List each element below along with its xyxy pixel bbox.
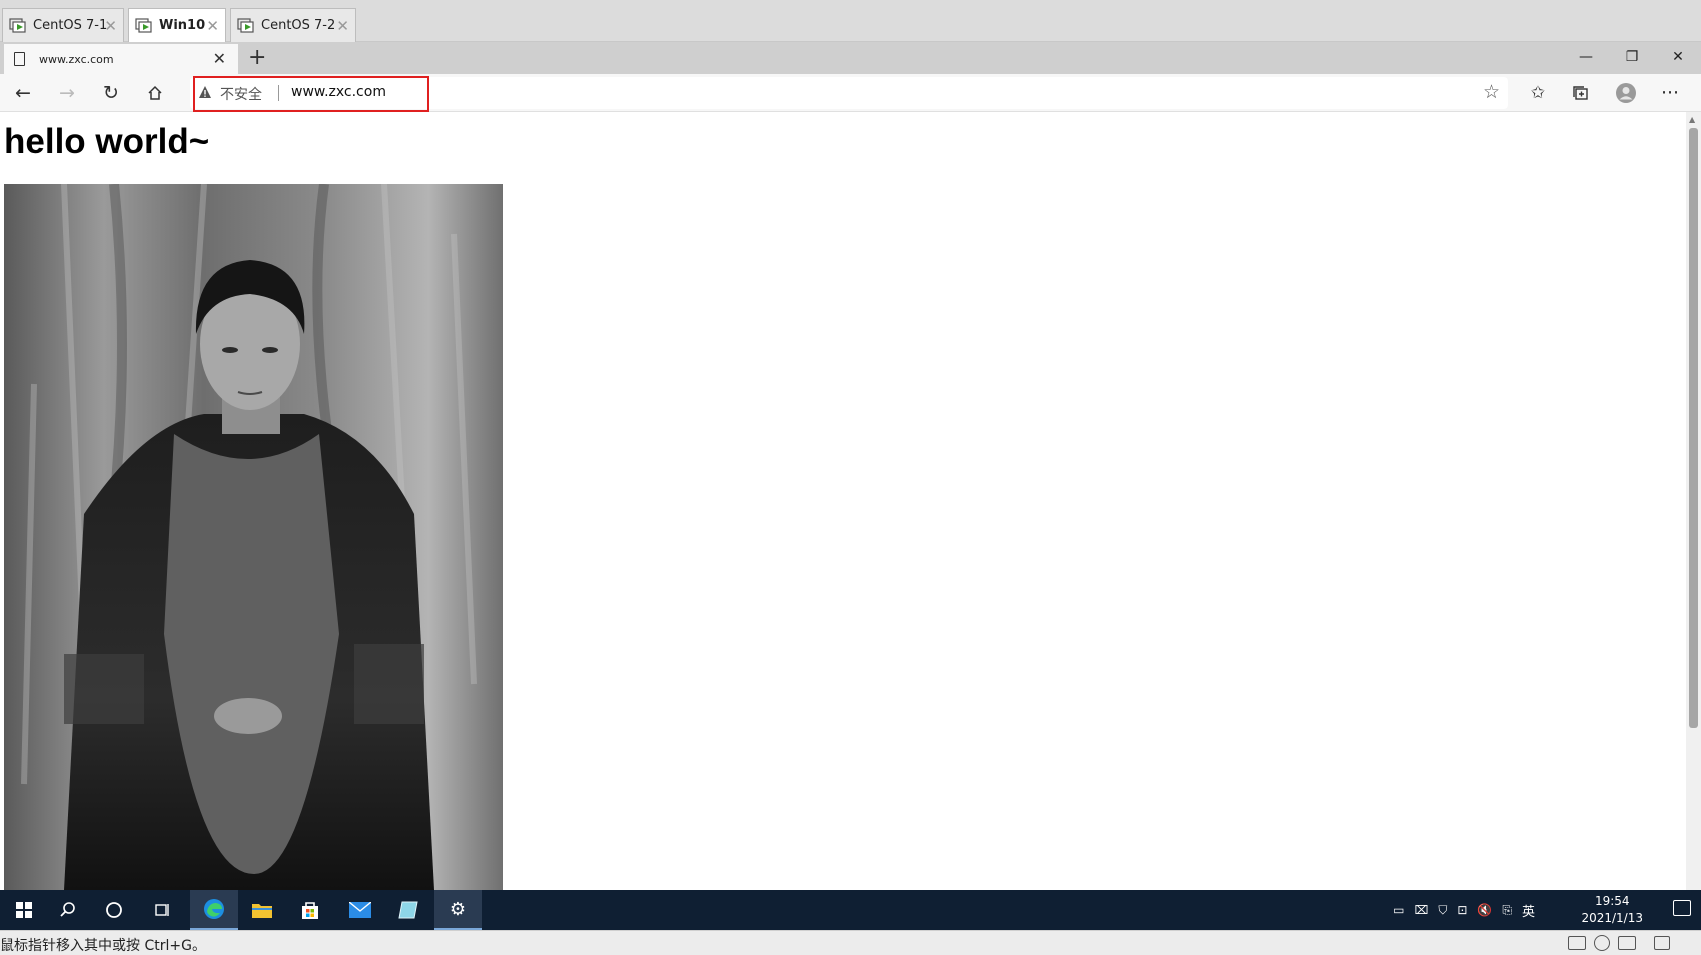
file-explorer-icon[interactable]: [238, 890, 286, 930]
message-icon[interactable]: [1654, 936, 1670, 950]
vm-tab-label: CentOS 7-2: [261, 18, 336, 33]
browser-tab-title: www.zxc.com: [39, 52, 114, 66]
clock[interactable]: 19:54 2021/1/13: [1581, 893, 1643, 927]
clock-time: 19:54: [1594, 894, 1630, 908]
cortana-icon[interactable]: [90, 890, 138, 930]
scrollbar-thumb[interactable]: [1689, 128, 1698, 728]
vmware-tools-icon[interactable]: ▭: [1393, 903, 1404, 917]
vm-status-bar: 鼠标指针移入其中或按 Ctrl+G。: [0, 930, 1701, 955]
close-icon[interactable]: ✕: [213, 49, 226, 68]
close-icon[interactable]: ✕: [104, 17, 117, 35]
status-message: 鼠标指针移入其中或按 Ctrl+G。: [0, 938, 206, 954]
shield-icon[interactable]: ⛉: [1438, 903, 1447, 918]
close-icon[interactable]: ✕: [206, 17, 219, 35]
vm-tab-label: CentOS 7-1: [33, 18, 108, 33]
vm-play-icon: [9, 17, 27, 34]
more-icon[interactable]: ···: [1655, 78, 1685, 108]
notification-icon[interactable]: [1673, 900, 1691, 916]
scroll-up-icon[interactable]: ▲: [1689, 115, 1695, 124]
vertical-scrollbar[interactable]: ▲: [1686, 112, 1701, 890]
task-view-icon[interactable]: [138, 890, 186, 930]
vm-tab-label: Win10: [159, 18, 206, 33]
input-language-indicator[interactable]: 英: [1522, 901, 1535, 920]
vm-tab-win10[interactable]: Win10 ✕: [128, 8, 226, 42]
notepad-app-icon[interactable]: [384, 890, 432, 930]
windows-start-icon[interactable]: [0, 890, 48, 930]
restore-button[interactable]: ❐: [1609, 42, 1655, 72]
vm-tab-bar: CentOS 7-1 ✕ Win10 ✕ CentOS 7-2 ✕: [0, 0, 1701, 42]
clock-date: 2021/1/13: [1581, 911, 1643, 925]
network-adapter-icon[interactable]: [1618, 936, 1636, 950]
vm-play-icon: [135, 17, 153, 34]
gear-icon[interactable]: ⚙: [434, 890, 482, 930]
page-heading: hello world~: [4, 122, 210, 161]
star-icon[interactable]: ☆: [1483, 81, 1500, 103]
vm-tab-centos-7-1[interactable]: CentOS 7-1 ✕: [2, 8, 124, 42]
favorites-icon[interactable]: ✩: [1523, 78, 1553, 108]
cd-drive-icon[interactable]: [1594, 935, 1610, 951]
vm-play-icon: [237, 17, 255, 34]
portrait-photo: [4, 184, 503, 890]
back-arrow-icon[interactable]: ←: [8, 78, 38, 108]
volume-muted-icon[interactable]: 🔇: [1477, 903, 1492, 917]
web-page: hello world~: [0, 112, 1686, 890]
edge-browser-icon[interactable]: [190, 890, 238, 930]
windows-taskbar: ⚙ ▭ ⌧ ⛉ ⊡ 🔇 ⎘ 英 19:54 2021/1/13: [0, 890, 1701, 930]
hard-disk-icon[interactable]: [1568, 936, 1586, 950]
collections-icon[interactable]: [1566, 78, 1596, 108]
home-icon[interactable]: [140, 78, 170, 108]
network-icon[interactable]: ⊡: [1457, 903, 1467, 917]
browser-tab[interactable]: www.zxc.com ✕: [4, 44, 238, 74]
window-controls: — ❐ ✕: [1563, 42, 1701, 72]
refresh-icon[interactable]: ↻: [96, 78, 126, 108]
usb-icon[interactable]: ⌧: [1415, 903, 1429, 917]
profile-icon[interactable]: [1611, 78, 1641, 108]
close-button[interactable]: ✕: [1655, 42, 1701, 72]
plus-icon[interactable]: +: [248, 45, 266, 70]
remote-icon[interactable]: ⎘: [1502, 903, 1512, 918]
store-icon[interactable]: [286, 890, 334, 930]
address-highlight-box: [193, 76, 429, 112]
minimize-button[interactable]: —: [1563, 42, 1609, 72]
close-icon[interactable]: ✕: [336, 17, 349, 35]
forward-arrow-icon[interactable]: →: [52, 78, 82, 108]
mail-icon[interactable]: [336, 890, 384, 930]
page-icon: [14, 52, 25, 66]
search-icon[interactable]: [44, 890, 92, 930]
vm-tab-centos-7-2[interactable]: CentOS 7-2 ✕: [230, 8, 356, 42]
